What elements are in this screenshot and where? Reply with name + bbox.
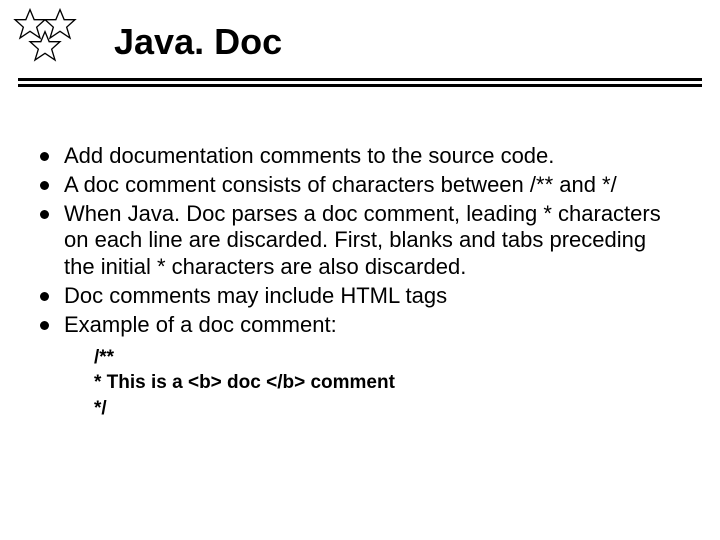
list-item: A doc comment consists of characters bet… (34, 172, 680, 199)
slide: Java. Doc Add documentation comments to … (0, 0, 720, 540)
list-item: Example of a doc comment: (34, 312, 680, 339)
list-item: Add documentation comments to the source… (34, 143, 680, 170)
bullet-text: Example of a doc comment: (64, 312, 337, 337)
star-icon (25, 30, 65, 70)
code-line: /** (94, 345, 680, 371)
header: Java. Doc (0, 0, 720, 72)
bullet-text: Doc comments may include HTML tags (64, 283, 447, 308)
page-title: Java. Doc (114, 21, 282, 63)
bullet-text: Add documentation comments to the source… (64, 143, 554, 168)
code-line: * This is a <b> doc </b> comment (94, 370, 680, 396)
body: Add documentation comments to the source… (0, 87, 720, 422)
list-item: Doc comments may include HTML tags (34, 283, 680, 310)
logo-star-cluster (10, 8, 90, 72)
code-line: */ (94, 396, 680, 422)
bullet-text: When Java. Doc parses a doc comment, lea… (64, 201, 661, 280)
divider (18, 78, 702, 87)
bullet-list: Add documentation comments to the source… (34, 143, 680, 339)
code-example: /** * This is a <b> doc </b> comment */ (94, 345, 680, 422)
list-item: When Java. Doc parses a doc comment, lea… (34, 201, 680, 281)
bullet-text: A doc comment consists of characters bet… (64, 172, 617, 197)
